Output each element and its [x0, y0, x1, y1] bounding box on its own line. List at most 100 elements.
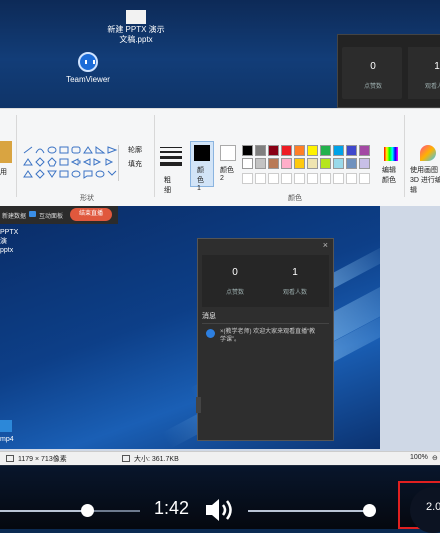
tab-new-data[interactable]: 新建数据 — [2, 211, 26, 220]
edit-colors-label: 编辑颜色 — [382, 167, 396, 184]
color-swatch[interactable] — [268, 158, 279, 169]
custom-color-slot[interactable] — [268, 173, 279, 184]
zoom-level: 100% — [410, 454, 428, 461]
color-swatch[interactable] — [320, 158, 331, 169]
pptx-file-icon[interactable] — [126, 10, 146, 24]
color-swatch[interactable] — [255, 158, 266, 169]
chat-message: ×(教学老师) 欢迎大家来观看直播“教学课”。 — [220, 329, 316, 343]
custom-color-slot[interactable] — [281, 173, 292, 184]
paint3d-icon[interactable] — [420, 145, 436, 161]
paint-statusbar: 1179 × 713像素 大小: 361.7KB 100% ⊖ — [0, 451, 440, 466]
color2-swatch[interactable] — [220, 145, 236, 161]
divider — [404, 115, 405, 197]
user-avatar-icon — [206, 329, 215, 338]
playback-speed-button[interactable]: 2.0 — [398, 481, 440, 533]
color-swatch[interactable] — [281, 145, 292, 156]
playback-time: 1:42 — [154, 498, 190, 518]
likes-count: 0 — [370, 61, 376, 72]
color-swatch[interactable] — [333, 145, 344, 156]
edit-colors-icon[interactable] — [384, 147, 398, 161]
color1-label: 颜色 1 — [197, 167, 204, 192]
color-swatch[interactable] — [307, 158, 318, 169]
file-size-icon — [122, 455, 130, 462]
custom-color-slot[interactable] — [242, 173, 253, 184]
custom-color-slot[interactable] — [294, 173, 305, 184]
likes-box — [342, 47, 402, 99]
color1-swatch — [194, 145, 210, 161]
divider — [154, 115, 155, 197]
viewers-box — [408, 47, 440, 99]
progress-played[interactable] — [0, 510, 88, 512]
volume-knob[interactable] — [363, 504, 376, 517]
volume-track[interactable] — [248, 510, 370, 512]
color-swatch[interactable] — [307, 145, 318, 156]
progress-knob[interactable] — [81, 504, 94, 517]
color-swatch[interactable] — [346, 158, 357, 169]
video-file-icon[interactable] — [0, 420, 12, 432]
live-chat-panel: × 0 1 点赞数 观看人数 消息 ×(教学老师) 欢迎大家来观看直播“教学课”… — [196, 238, 334, 441]
custom-color-slot[interactable] — [320, 173, 331, 184]
end-live-button[interactable]: 结束直播 — [70, 208, 112, 221]
colors-group-label: 颜色 — [288, 195, 302, 202]
fill-menu[interactable]: 填充 — [128, 159, 142, 169]
color-swatch[interactable] — [242, 145, 253, 156]
outline-menu[interactable]: 轮廓 — [128, 145, 142, 155]
video-file-label: mp4 — [0, 436, 14, 443]
color-swatch[interactable] — [320, 145, 331, 156]
viewers-label: 观看人数 — [282, 290, 307, 296]
color-swatch[interactable] — [255, 145, 266, 156]
teamviewer-label: TeamViewer — [66, 75, 110, 84]
custom-color-slot[interactable] — [255, 173, 266, 184]
viewers-count: 1 — [292, 267, 298, 278]
close-icon[interactable]: × — [323, 240, 328, 250]
size-label: 粗细 — [164, 177, 171, 194]
messages-title: 消息 — [202, 313, 216, 320]
live-stats-panel: 0 1 点赞数 观看人数 — [337, 34, 440, 108]
custom-color-slot[interactable] — [307, 173, 318, 184]
color-swatch[interactable] — [333, 158, 344, 169]
paint3d-label: 使用画图 3D 进行编辑 — [410, 167, 440, 194]
shapes-gallery[interactable] — [22, 145, 118, 185]
likes-label: 点赞数 — [363, 84, 382, 90]
divider — [202, 323, 329, 324]
divider — [16, 115, 17, 197]
brushes-label-partial: 用 — [0, 169, 7, 176]
color2-label: 颜色 2 — [220, 167, 234, 182]
shapes-scroll[interactable] — [118, 145, 127, 181]
tab-interaction[interactable]: 互动面板 — [39, 211, 63, 220]
image-size-icon — [6, 455, 14, 462]
teamviewer-icon[interactable] — [78, 52, 98, 72]
color-palette[interactable] — [242, 145, 382, 193]
color-swatch[interactable] — [359, 145, 370, 156]
color-swatch[interactable] — [268, 145, 279, 156]
likes-label: 点赞数 — [225, 290, 244, 296]
paint-ribbon: 用 轮廓 填充 形状 粗细 颜色 1 颜色 2 颜色 编辑颜色 使用画图 3D … — [0, 108, 440, 207]
volume-icon[interactable] — [204, 496, 238, 524]
speed-value: 2.0 — [426, 501, 440, 513]
likes-count: 0 — [232, 267, 238, 278]
size-icon[interactable] — [160, 145, 182, 171]
zoom-out-icon[interactable]: ⊖ — [432, 454, 438, 462]
color-swatch[interactable] — [294, 158, 305, 169]
custom-color-slot[interactable] — [346, 173, 357, 184]
color-swatch[interactable] — [359, 158, 370, 169]
custom-color-slot[interactable] — [359, 173, 370, 184]
file-size: 大小: 361.7KB — [134, 456, 179, 463]
viewers-label: 观看人数 — [424, 84, 440, 90]
viewers-count: 1 — [434, 61, 440, 72]
chat-icon — [29, 211, 36, 217]
custom-color-slot[interactable] — [333, 173, 344, 184]
brush-icon[interactable] — [0, 141, 12, 163]
stats-box — [202, 255, 329, 307]
color-swatch[interactable] — [294, 145, 305, 156]
image-dimensions: 1179 × 713像素 — [18, 456, 67, 463]
color-swatch[interactable] — [242, 158, 253, 169]
inner-file-label: PPTX 演 pptx — [0, 229, 19, 254]
panel-collapse-handle[interactable] — [196, 397, 201, 413]
shapes-icons — [23, 146, 118, 179]
color-swatch[interactable] — [281, 158, 292, 169]
progress-remaining[interactable] — [88, 510, 140, 512]
pptx-file-label: 新建 PPTX 演示文稿.pptx — [107, 25, 165, 44]
shapes-group-label: 形状 — [80, 195, 94, 202]
color-swatch[interactable] — [346, 145, 357, 156]
